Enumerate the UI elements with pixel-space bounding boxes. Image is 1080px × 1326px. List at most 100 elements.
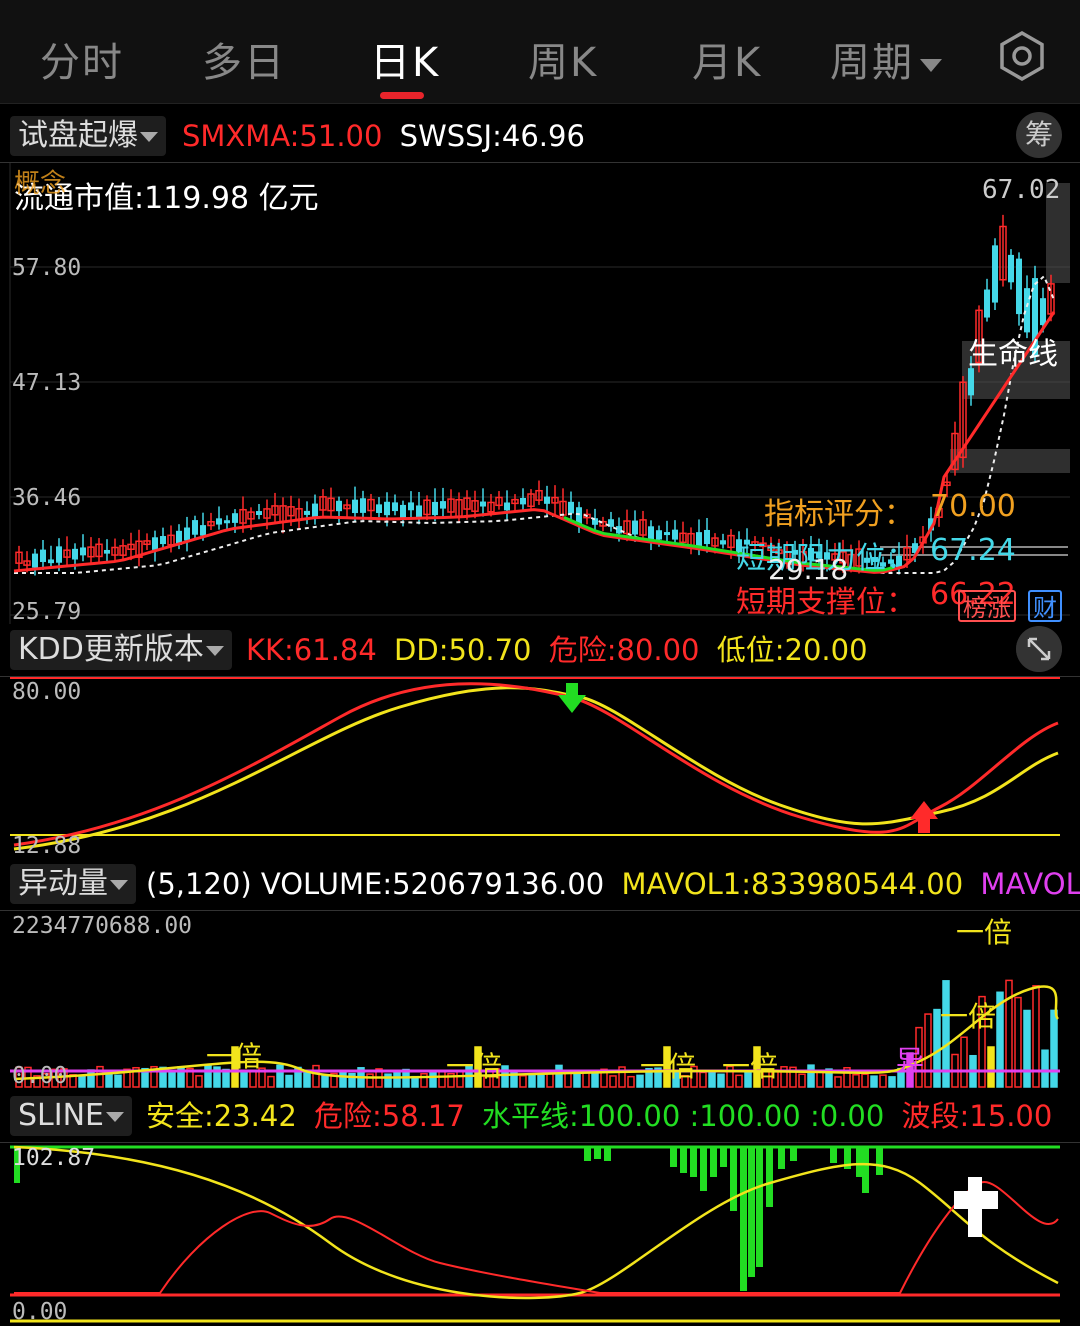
rank-rise-badge[interactable]: 榜涨 [958, 590, 1016, 622]
volume-bar [708, 1070, 716, 1088]
tab-weekly-k[interactable]: 周K [528, 30, 598, 88]
sline-indicator-selector[interactable]: SLINE [10, 1096, 133, 1136]
settings-hexagon-icon[interactable] [996, 30, 1048, 82]
expand-arrows-icon[interactable] [1016, 626, 1062, 672]
candle-body [392, 502, 398, 512]
volume-value: VOLUME:520679136.00 [260, 867, 605, 901]
candle-body [1008, 254, 1014, 283]
volume-bar [798, 1073, 806, 1088]
volume-bar [573, 1073, 581, 1088]
tab-period-dropdown[interactable]: 周期 [830, 30, 942, 88]
volume-bar [879, 1074, 887, 1088]
finance-badge[interactable]: 财 [1028, 590, 1062, 622]
candle-body [544, 496, 550, 504]
sline-bar [670, 1147, 677, 1167]
score-label: 指标评分： [764, 497, 914, 532]
tab-monthly-k[interactable]: 月K [692, 30, 762, 88]
sline-v2: :0.00 [809, 1099, 885, 1133]
candle-body [360, 498, 366, 513]
volume-bar [807, 1064, 815, 1088]
y-axis-tick: 57.80 [12, 255, 82, 281]
candle-body [992, 245, 998, 303]
cross-marker-icon [954, 1177, 998, 1237]
volume-bar [1050, 1009, 1058, 1088]
sline-bar [690, 1147, 697, 1177]
sell-arrow-icon [558, 683, 586, 713]
volume-bar [429, 1070, 437, 1088]
volume-bar [555, 1064, 563, 1088]
kdd-indicator-selector[interactable]: KDD更新版本 [10, 630, 232, 670]
candle-body [80, 547, 86, 556]
kdd-y-top: 80.00 [12, 679, 82, 705]
mavol1-value: MAVOL1:833980544.00 [621, 867, 964, 901]
candle-body [664, 532, 670, 536]
sline-bar [862, 1147, 869, 1193]
mavol2-value: MAVOL2:20 [980, 867, 1080, 901]
sline-bar [710, 1147, 717, 1177]
candle-body [440, 501, 446, 509]
candle-body [336, 500, 342, 512]
candle-body [400, 504, 406, 519]
chevron-down-icon [140, 131, 158, 142]
double-volume-marker: 一倍 [956, 916, 1013, 949]
resistance-value: 67.24 [930, 533, 1016, 568]
kdd-panel[interactable]: 80.00 12.88 [0, 676, 1080, 859]
candle-body [72, 548, 78, 560]
sline-indicator-header: SLINE 安全:23.42 危险:58.17 水平线:100.00 :100.… [0, 1090, 1080, 1140]
volume-indicator-header: 异动量 (5,120) VOLUME:520679136.00 MAVOL1:8… [0, 858, 1080, 908]
support-zone-box [950, 449, 1070, 473]
tab-daily-k[interactable]: 日K [370, 30, 440, 88]
tab-multi-day[interactable]: 多日 [202, 30, 286, 88]
candle-body [304, 510, 310, 515]
danger-value: 危险:80.00 [548, 633, 700, 667]
sline-bar [584, 1147, 591, 1161]
period-label: 周期 [830, 40, 914, 86]
low-level-value: 低位:20.00 [716, 633, 868, 667]
sline-panel[interactable]: 102.87 0.00 [0, 1142, 1080, 1326]
candle-body [192, 520, 198, 535]
lifeline-annotation: 生命线 [968, 337, 1058, 372]
concept-tag[interactable]: 概念 [14, 163, 66, 200]
sline-y-bottom: 0.00 [12, 1299, 68, 1325]
abnormal-volume-marker: 异 [896, 1044, 925, 1077]
volume-bar [699, 1071, 707, 1088]
candle-body [632, 520, 638, 535]
volume-bar [195, 1075, 203, 1088]
volume-bar [267, 1075, 275, 1088]
double-volume-marker: 一倍 [206, 1040, 263, 1073]
volume-panel[interactable]: 2234770688.00 0.00 一倍 一倍 一倍 一倍 一倍 一倍 异 [0, 910, 1080, 1090]
candle-body [720, 540, 726, 545]
volume-bar [87, 1069, 95, 1088]
volume-bar [960, 1036, 968, 1088]
price-high-label: 67.02 [982, 175, 1061, 205]
candle-body [520, 497, 526, 505]
sline-bar [830, 1147, 837, 1163]
candle-body [200, 525, 206, 536]
candle-body [160, 536, 166, 545]
dd-value: DD:50.70 [394, 633, 532, 667]
volume-bar [1041, 1049, 1049, 1088]
chevron-down-icon [106, 1111, 125, 1122]
sline-bar [756, 1147, 763, 1267]
tab-intraday[interactable]: 分时 [40, 30, 124, 88]
chip-distribution-button[interactable]: 筹 [1016, 112, 1062, 158]
main-indicator-selector[interactable]: 试盘起爆 [10, 116, 166, 156]
sline-bar [876, 1147, 883, 1175]
candle-body [352, 499, 358, 514]
candle-body [1016, 258, 1022, 315]
volume-bar [861, 1073, 869, 1088]
candlestick-panel[interactable]: 流通市值:119.98 亿元 概念 67.02 57.80 47.13 36.4… [0, 162, 1080, 625]
y-axis-tick: 36.46 [12, 485, 82, 511]
candle-body [576, 507, 582, 524]
sline-bar [790, 1147, 797, 1161]
period-tab-bar: 分时 多日 日K 周K 月K 周期 [0, 0, 1080, 104]
volume-indicator-selector[interactable]: 异动量 [10, 864, 136, 904]
candle-body [384, 501, 390, 516]
active-tab-indicator [380, 92, 424, 99]
main-indicator-name: 试盘起爆 [18, 118, 138, 153]
sline-v1: :100.00 [689, 1099, 801, 1133]
volume-bar [870, 1075, 878, 1088]
volume-bar [1014, 996, 1022, 1088]
sline-y-top: 102.87 [12, 1145, 96, 1171]
volume-y-top: 2234770688.00 [12, 913, 193, 939]
